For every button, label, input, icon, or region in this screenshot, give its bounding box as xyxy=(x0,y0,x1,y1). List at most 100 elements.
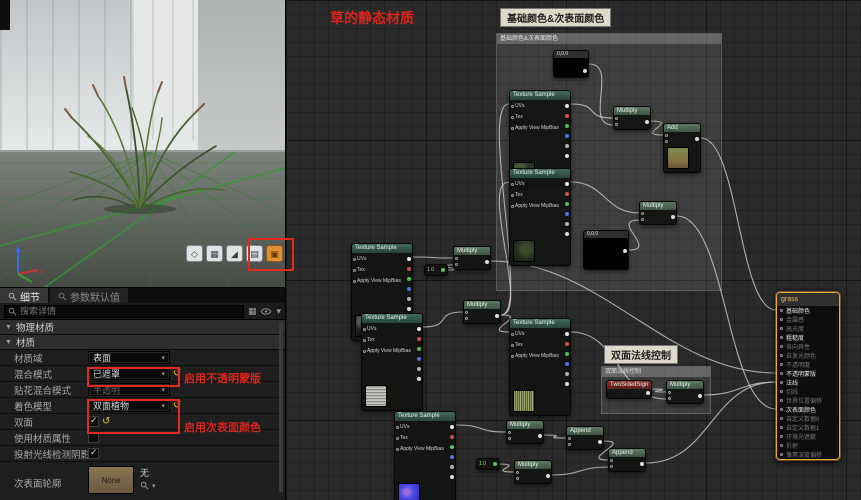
texture-sample-node[interactable]: Texture Sample UVs Tex Apply View MipBias xyxy=(509,318,571,416)
material-output-pin[interactable]: 不透明蒙版 xyxy=(777,369,839,378)
pin[interactable] xyxy=(508,431,511,434)
pin[interactable] xyxy=(396,436,399,440)
pin[interactable] xyxy=(407,256,411,261)
material-output-pin[interactable]: 各向异性 xyxy=(777,342,839,351)
material-output-pin[interactable]: 切线 xyxy=(777,387,839,396)
shading-model-dropdown[interactable]: 双面植物 ▾ xyxy=(88,399,170,412)
pin[interactable] xyxy=(450,464,454,469)
pin[interactable] xyxy=(407,276,411,281)
pin[interactable] xyxy=(417,336,421,341)
pin[interactable] xyxy=(568,437,571,440)
pin[interactable] xyxy=(565,221,569,226)
pin[interactable] xyxy=(695,136,699,141)
pin[interactable] xyxy=(565,201,569,206)
pin[interactable] xyxy=(668,397,671,400)
pin[interactable] xyxy=(780,435,783,438)
material-result-node[interactable]: grass 基础颜色 金属感 高光度 粗糙度 各向异性 自发光颜色 不透明度 不透明蒙版 法线 切线… xyxy=(776,292,840,460)
pin[interactable] xyxy=(780,354,783,357)
pin[interactable] xyxy=(455,257,458,260)
pin[interactable] xyxy=(485,259,489,264)
subsurface-profile-picker[interactable]: None xyxy=(88,466,134,494)
pin[interactable] xyxy=(511,126,514,130)
multiply-node[interactable]: Multiply xyxy=(514,460,552,484)
pin[interactable] xyxy=(671,214,675,219)
pin[interactable] xyxy=(780,345,783,348)
pin[interactable] xyxy=(493,462,497,466)
material-output-pin[interactable]: 不透明度 xyxy=(777,360,839,369)
pin[interactable] xyxy=(565,123,569,128)
material-output-pin[interactable]: 高光度 xyxy=(777,324,839,333)
pin[interactable] xyxy=(396,425,399,429)
pin[interactable] xyxy=(407,286,411,291)
pin[interactable] xyxy=(511,193,514,197)
pin[interactable] xyxy=(363,327,366,331)
search-box[interactable] xyxy=(4,304,244,318)
section-material[interactable]: ▼ 材质 xyxy=(0,335,285,350)
texture-sample-node[interactable]: Texture Sample UVs Tex Apply View MipBias xyxy=(394,411,456,500)
pin[interactable] xyxy=(450,444,454,449)
chevron-down-icon[interactable]: ▾ xyxy=(276,305,281,318)
section-physical-material[interactable]: ▼ 物理材质 xyxy=(0,320,285,335)
pin[interactable] xyxy=(640,461,644,466)
pin[interactable] xyxy=(665,134,668,137)
append-node[interactable]: Append xyxy=(566,426,604,450)
material-output-pin[interactable]: 法线 xyxy=(777,378,839,387)
pin[interactable] xyxy=(565,181,569,186)
pin[interactable] xyxy=(615,117,618,120)
pin[interactable] xyxy=(450,454,454,459)
material-output-pin[interactable]: 环境光遮蔽 xyxy=(777,432,839,441)
pin[interactable] xyxy=(780,444,783,447)
pin[interactable] xyxy=(511,104,514,108)
pin[interactable] xyxy=(407,266,411,271)
1-0-node[interactable]: 1.0 xyxy=(424,264,448,276)
pin[interactable] xyxy=(645,119,649,124)
pin[interactable] xyxy=(565,191,569,196)
pin[interactable] xyxy=(780,336,783,339)
pin[interactable] xyxy=(363,338,366,342)
pin[interactable] xyxy=(511,354,514,358)
pin[interactable] xyxy=(407,306,411,311)
pin[interactable] xyxy=(353,257,356,261)
pin[interactable] xyxy=(780,318,783,321)
pin[interactable] xyxy=(780,372,783,375)
multiply-node[interactable]: Multiply xyxy=(639,201,677,225)
pin[interactable] xyxy=(511,182,514,186)
reset-to-default-icon[interactable]: ↺ xyxy=(173,400,181,411)
reset-to-default-icon[interactable]: ↺ xyxy=(102,416,110,427)
add-node[interactable]: Add xyxy=(663,123,701,173)
multiply-node[interactable]: Multiply xyxy=(613,106,651,130)
append-node[interactable]: Append xyxy=(608,448,646,472)
1-0-node[interactable]: 1.0 xyxy=(476,458,500,470)
pin[interactable] xyxy=(780,399,783,402)
blend-mode-dropdown[interactable]: 已遮罩 ▾ xyxy=(88,367,170,380)
pin[interactable] xyxy=(565,113,569,118)
pin[interactable] xyxy=(353,279,356,283)
pin[interactable] xyxy=(417,356,421,361)
pin[interactable] xyxy=(516,471,519,474)
pin[interactable] xyxy=(546,473,550,478)
pin[interactable] xyxy=(417,326,421,331)
multiply-node[interactable]: Multiply xyxy=(666,380,704,404)
search-icon[interactable] xyxy=(140,481,149,490)
chevron-down-icon[interactable]: ▾ xyxy=(152,482,156,490)
pin[interactable] xyxy=(780,453,783,456)
pin[interactable] xyxy=(450,434,454,439)
two-sided-checkbox[interactable] xyxy=(88,415,99,427)
pin[interactable] xyxy=(465,311,468,314)
pin[interactable] xyxy=(565,103,569,108)
multiply-node[interactable]: Multiply xyxy=(463,300,501,324)
pin[interactable] xyxy=(417,376,421,381)
texture-sample-node[interactable]: Texture Sample UVs Tex Apply View MipBias xyxy=(361,313,423,411)
pin[interactable] xyxy=(615,123,618,126)
pin[interactable] xyxy=(698,393,702,398)
pin[interactable] xyxy=(780,309,783,312)
pin[interactable] xyxy=(780,408,783,411)
pin[interactable] xyxy=(516,477,519,480)
details-scrollbar[interactable] xyxy=(279,322,283,492)
pin[interactable] xyxy=(508,437,511,440)
pin[interactable] xyxy=(583,69,587,73)
pin[interactable] xyxy=(565,143,569,148)
pin[interactable] xyxy=(511,332,514,336)
pin[interactable] xyxy=(623,249,627,253)
material-domain-dropdown[interactable]: 表面 ▾ xyxy=(88,351,170,364)
